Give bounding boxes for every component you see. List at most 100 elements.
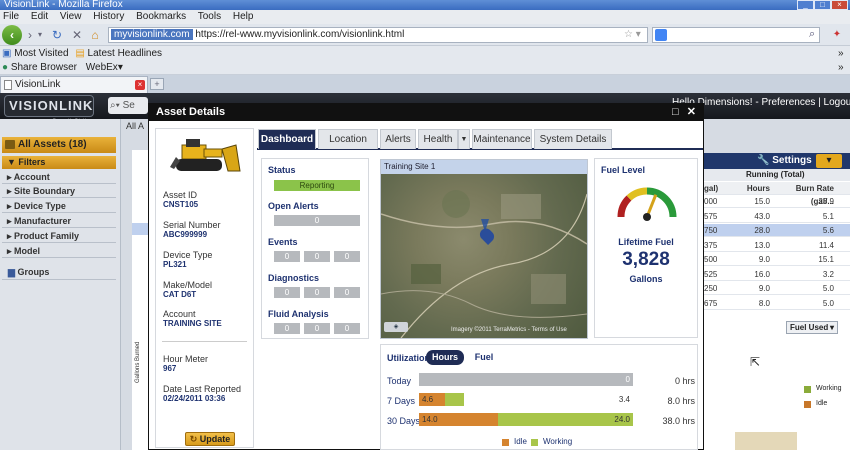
settings-label[interactable]: Settings xyxy=(772,155,811,166)
tab-dashboard[interactable]: Dashboard xyxy=(258,129,316,149)
url-bar[interactable]: myvisionlink.com https://rel-www.myvisio… xyxy=(108,27,648,43)
overflow-chevron-icon[interactable]: » xyxy=(838,46,844,61)
fluid-count[interactable]: 0 xyxy=(274,323,300,334)
account-value: TRAINING SITE xyxy=(163,319,222,328)
total-30-days: 38.0 hrs xyxy=(662,416,695,426)
overflow-chevron-icon-2[interactable]: » xyxy=(838,61,844,75)
table-cell: 11.4 xyxy=(819,240,834,250)
menu-history[interactable]: History xyxy=(93,11,124,22)
health-dropdown-icon[interactable]: ▼ xyxy=(458,129,470,149)
satellite-map[interactable]: ◈ Imagery ©2011 TerraMetrics - Terms of … xyxy=(381,174,587,338)
groups-section[interactable]: ▆ Groups xyxy=(2,264,116,280)
menu-tools[interactable]: Tools xyxy=(198,11,221,22)
home-icon[interactable]: ⌂ xyxy=(88,27,102,43)
fuel-used-dropdown[interactable]: Fuel Used ▾ xyxy=(786,321,838,334)
legend-working-label: Working xyxy=(816,385,842,392)
bookmark-most-visited[interactable]: Most Visited xyxy=(14,48,68,59)
addon-icon[interactable]: ✦ xyxy=(830,27,844,43)
diagnostics-count[interactable]: 0 xyxy=(334,287,360,298)
map-credit[interactable]: Imagery ©2011 TerraMetrics - Terms of Us… xyxy=(451,327,567,333)
date-reported-value: 02/24/2011 03:36 xyxy=(163,394,226,403)
minimize-button[interactable]: _ xyxy=(797,0,814,10)
close-tab-icon[interactable]: × xyxy=(135,80,145,90)
url-site-identity[interactable]: myvisionlink.com xyxy=(111,29,193,40)
bookmark-star-icon[interactable]: ☆ ▾ xyxy=(624,28,641,42)
close-window-button[interactable]: × xyxy=(831,0,848,10)
close-icon[interactable]: ✕ xyxy=(687,106,696,118)
mouse-cursor-icon: ⇱ xyxy=(750,355,761,369)
table-row[interactable]: 675 8.0 5.0 xyxy=(702,297,850,310)
diagnostics-count[interactable]: 0 xyxy=(304,287,330,298)
diagnostics-count[interactable]: 0 xyxy=(274,287,300,298)
menu-bar: File Edit View History Bookmarks Tools H… xyxy=(0,10,850,24)
chevron-down-icon[interactable]: ▾ xyxy=(118,62,123,73)
table-row[interactable]: 525 16.0 3.2 xyxy=(702,268,850,281)
events-count[interactable]: 0 xyxy=(274,251,300,262)
filter-site-boundary[interactable]: ▸ Site Boundary xyxy=(2,184,116,198)
menu-file[interactable]: File xyxy=(3,11,19,22)
lifetime-fuel-value: 3,828 xyxy=(622,249,670,270)
menu-help[interactable]: Help xyxy=(233,11,254,22)
toggle-fuel[interactable]: Fuel xyxy=(469,350,499,365)
search-field[interactable]: ⌕ xyxy=(652,27,820,43)
fluid-count[interactable]: 0 xyxy=(334,323,360,334)
legend-swatch-working xyxy=(804,386,811,393)
settings-dropdown-icon[interactable]: ▾ xyxy=(816,154,842,168)
app-search[interactable]: ⌕▾ Se xyxy=(108,97,148,114)
menu-bookmarks[interactable]: Bookmarks xyxy=(136,11,186,22)
tab-location[interactable]: Location xyxy=(318,129,378,149)
filter-manufacturer[interactable]: ▸ Manufacturer xyxy=(2,214,116,228)
all-assets-button[interactable]: All Assets (18) xyxy=(2,137,116,153)
history-dropdown-icon[interactable]: ▾ xyxy=(36,27,44,43)
events-count[interactable]: 0 xyxy=(304,251,330,262)
tab-maintenance[interactable]: Maintenance xyxy=(472,129,532,149)
update-button[interactable]: ↻ Update xyxy=(185,432,235,446)
menu-view[interactable]: View xyxy=(60,11,82,22)
idle-value: 14.0 xyxy=(422,415,438,424)
share-browser-button[interactable]: Share Browser xyxy=(11,62,77,73)
filter-model[interactable]: ▸ Model xyxy=(2,244,116,258)
working-value: 24.0 xyxy=(614,415,630,424)
table-cell: 28.0 xyxy=(754,226,770,235)
filters-header[interactable]: ▼ Filters xyxy=(2,156,116,169)
table-row[interactable]: 500 9.0 15.1 xyxy=(702,253,850,266)
lifetime-fuel-unit: Gallons xyxy=(629,274,663,284)
new-tab-button[interactable]: + xyxy=(150,78,164,90)
back-button[interactable]: ‹ xyxy=(2,25,22,45)
gauge-hub xyxy=(643,213,651,221)
table-row[interactable]: 250 9.0 5.0 xyxy=(702,282,850,295)
table-row[interactable]: 750 28.0 5.6 xyxy=(702,224,850,237)
tab-health[interactable]: Health xyxy=(418,129,458,149)
hour-meter-label: Hour Meter xyxy=(163,354,209,364)
google-icon[interactable] xyxy=(655,29,667,41)
table-row[interactable]: 375 13.0 11.4 xyxy=(702,239,850,252)
open-alerts-label: Open Alerts xyxy=(268,201,319,211)
table-row[interactable]: 575 43.0 5.1 xyxy=(702,210,850,223)
reload-icon[interactable]: ↻ xyxy=(50,27,64,43)
browser-tab-visionlink[interactable]: VisionLink × xyxy=(0,76,148,93)
open-alerts-count[interactable]: 0 xyxy=(274,215,360,226)
tab-system-details[interactable]: System Details xyxy=(534,129,612,149)
stop-icon[interactable]: ✕ xyxy=(70,27,84,43)
toggle-hours[interactable]: Hours xyxy=(426,350,464,365)
filter-device-type[interactable]: ▸ Device Type xyxy=(2,199,116,213)
maximize-icon[interactable]: □ xyxy=(672,106,679,118)
search-icon: ⌕▾ xyxy=(110,100,120,111)
search-icon[interactable]: ⌕ xyxy=(809,28,815,41)
visionlink-logo: VISIONLINK Powered by Trimble xyxy=(4,95,94,122)
filter-account[interactable]: ▸ Account xyxy=(2,170,116,184)
table-row[interactable]: 000 15.0 23.9 xyxy=(702,195,850,208)
tab-alerts[interactable]: Alerts xyxy=(380,129,416,149)
asset-details-modal: Asset Details □ ✕ Asset ID CNST105 Seria… xyxy=(148,103,704,450)
utilization-bar-30-days: 14.0 24.0 xyxy=(419,413,633,426)
forward-button[interactable]: › xyxy=(24,27,36,43)
filter-product-family[interactable]: ▸ Product Family xyxy=(2,229,116,243)
webex-button[interactable]: WebEx xyxy=(86,62,118,73)
bookmark-latest-headlines[interactable]: Latest Headlines xyxy=(88,48,163,59)
fluid-count[interactable]: 0 xyxy=(304,323,330,334)
all-assets-tab-partial[interactable]: All A xyxy=(121,119,148,133)
menu-edit[interactable]: Edit xyxy=(31,11,48,22)
maximize-button[interactable]: □ xyxy=(814,0,831,10)
legend-working-label: Working xyxy=(543,437,573,446)
events-count[interactable]: 0 xyxy=(334,251,360,262)
